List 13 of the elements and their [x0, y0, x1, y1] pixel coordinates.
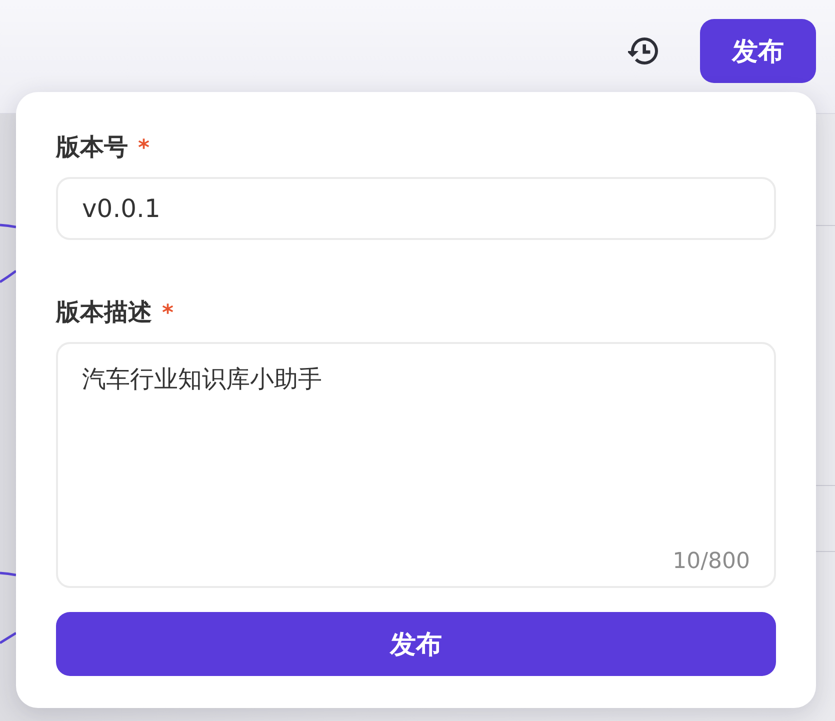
required-mark: *: [138, 135, 150, 163]
connector-line: [0, 632, 16, 644]
connector-line: [0, 572, 16, 576]
character-counter: 10/800: [672, 548, 750, 576]
field-label: 版本描述: [56, 297, 152, 327]
field-label: 版本号: [56, 132, 128, 162]
history-icon[interactable]: [628, 36, 658, 66]
connector-line: [0, 270, 16, 284]
input-field[interactable]: v0.0.1: [56, 177, 776, 240]
publish-button[interactable]: 发布: [700, 19, 816, 83]
submit-button[interactable]: 发布: [56, 612, 776, 676]
connector-line: [0, 224, 16, 228]
required-mark: *: [162, 300, 174, 328]
